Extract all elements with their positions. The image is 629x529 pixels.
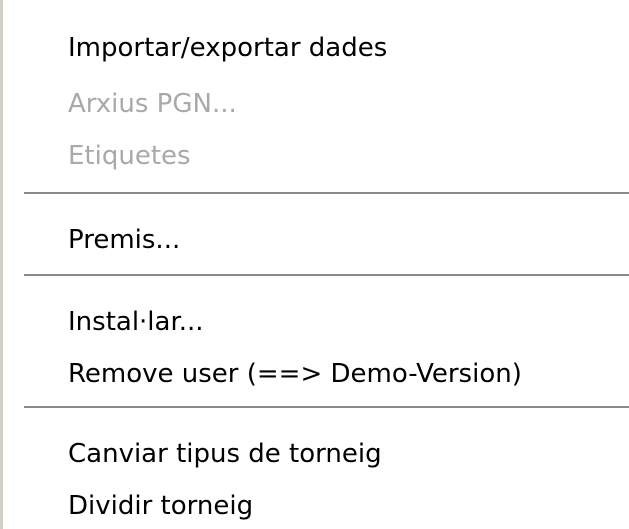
menu-separator (24, 406, 629, 409)
menu-item-change-tournament-type[interactable]: Canviar tipus de torneig (68, 434, 382, 474)
menu-item-remove-user[interactable]: Remove user (==> Demo-Version) (68, 354, 522, 394)
menu-item-import-export-data[interactable]: Importar/exportar dades (68, 28, 387, 68)
menu-item-prizes[interactable]: Premis... (68, 220, 180, 260)
menu-separator (24, 192, 629, 195)
menu-item-split-tournament[interactable]: Dividir torneig (68, 486, 253, 526)
menu-item-install[interactable]: Instal·lar... (68, 302, 204, 342)
menu-left-border (0, 0, 3, 529)
menu-separator (24, 274, 629, 277)
menu-item-pgn-files: Arxius PGN... (68, 89, 237, 119)
menu-item-labels: Etiquetes (68, 141, 191, 171)
context-menu: Importar/exportar dades Arxius PGN... Et… (0, 0, 629, 529)
